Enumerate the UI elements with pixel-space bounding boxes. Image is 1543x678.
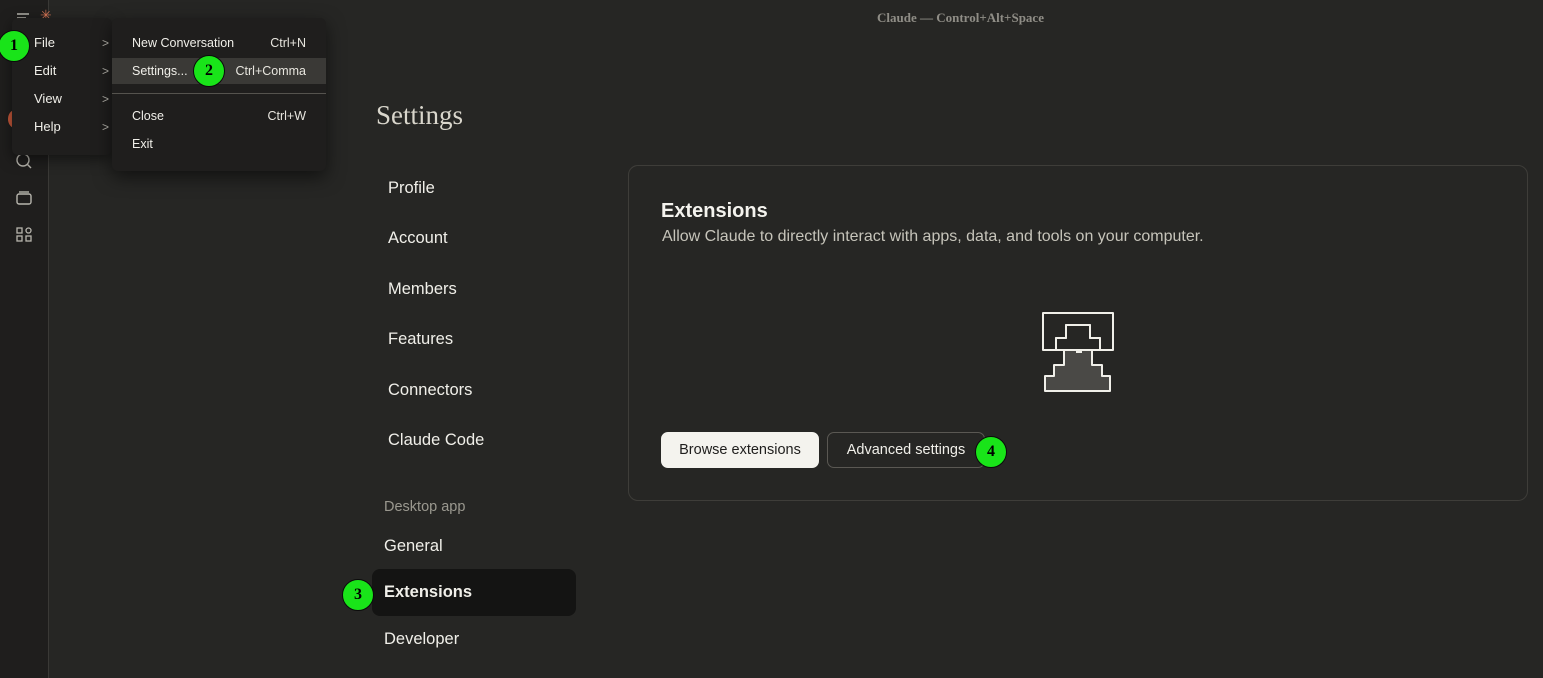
artifacts-icon[interactable] — [14, 225, 34, 245]
settings-nav-developer[interactable]: Developer — [384, 630, 459, 649]
shortcut-label: Ctrl+N — [270, 36, 306, 50]
settings-nav-extensions[interactable]: Extensions — [384, 583, 472, 602]
menu-view-label: View — [34, 91, 62, 106]
file-submenu: New Conversation Ctrl+N Settings... Ctrl… — [112, 18, 326, 171]
menu-file[interactable]: File > — [34, 32, 109, 54]
shortcut-label: Ctrl+Comma — [235, 64, 307, 78]
settings-nav-account[interactable]: Account — [388, 229, 448, 248]
menu-item-label: Close — [132, 109, 164, 123]
chevron-right-icon: > — [101, 64, 109, 78]
extensions-illustration-icon — [1042, 312, 1114, 392]
chevron-right-icon: > — [101, 36, 109, 50]
extensions-description: Allow Claude to directly interact with a… — [662, 228, 1204, 245]
page-title: Settings — [376, 100, 464, 130]
menu-help-label: Help — [34, 119, 61, 134]
chevron-right-icon: > — [101, 92, 109, 106]
step-marker-2: 2 — [193, 55, 225, 87]
settings-nav-profile[interactable]: Profile — [388, 179, 435, 198]
desktop-app-section-label: Desktop app — [384, 499, 466, 515]
menu-help[interactable]: Help > — [34, 116, 109, 138]
menu-view[interactable]: View > — [34, 88, 109, 110]
menu-separator — [112, 93, 326, 94]
browse-extensions-button[interactable]: Browse extensions — [661, 432, 819, 468]
shortcut-label: Ctrl+W — [267, 109, 306, 123]
menu-file-label: File — [34, 35, 55, 50]
extensions-title: Extensions — [661, 200, 768, 222]
menu-item-label: New Conversation — [132, 36, 235, 50]
menu-item-label: Exit — [132, 137, 153, 151]
menu-item-close[interactable]: Close Ctrl+W — [112, 103, 326, 129]
settings-nav-claude-code[interactable]: Claude Code — [388, 431, 484, 450]
menu-item-exit[interactable]: Exit — [112, 131, 326, 157]
settings-nav-members[interactable]: Members — [388, 280, 457, 299]
chevron-right-icon: > — [101, 120, 109, 134]
menu-edit[interactable]: Edit > — [34, 60, 109, 82]
menu-item-new-conversation[interactable]: New Conversation Ctrl+N — [112, 30, 326, 56]
step-marker-3: 3 — [342, 579, 374, 611]
settings-nav-connectors[interactable]: Connectors — [388, 381, 472, 400]
advanced-settings-button[interactable]: Advanced settings — [827, 432, 985, 468]
window-title: Claude — Control+Alt+Space — [877, 10, 1044, 25]
settings-nav-features[interactable]: Features — [388, 330, 453, 349]
settings-nav-general[interactable]: General — [384, 537, 443, 556]
menu-item-label: Settings... — [132, 64, 188, 78]
menu-edit-label: Edit — [34, 63, 57, 78]
projects-icon[interactable] — [14, 188, 34, 208]
step-marker-4: 4 — [975, 436, 1007, 468]
